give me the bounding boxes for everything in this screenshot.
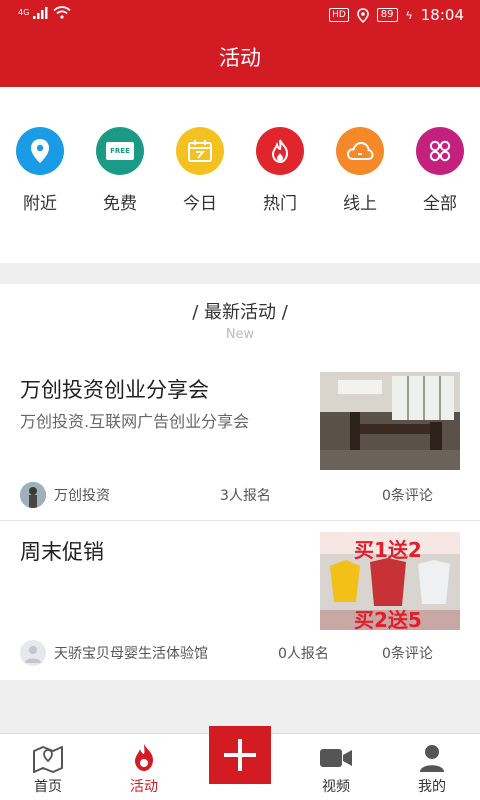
- signal-icon: [33, 6, 48, 19]
- hd-badge: HD: [329, 8, 349, 22]
- tab-label: 活动: [130, 779, 158, 795]
- divider: [0, 520, 480, 521]
- category-label: 附近: [23, 194, 57, 214]
- map-icon: [0, 740, 96, 776]
- category-label: 免费: [103, 194, 137, 214]
- activity-title: 万创投资创业分享会: [20, 378, 209, 402]
- cloud-icon: [336, 127, 384, 175]
- category-label: 热门: [263, 194, 297, 214]
- category-nearby[interactable]: 附近: [8, 127, 72, 214]
- activity-thumbnail: [320, 372, 460, 470]
- user-icon: [384, 740, 480, 776]
- section-subtitle: New: [225, 327, 255, 342]
- latest-activities-section: / 最新活动 / New 万创投资创业分享会 万创投资.互联网广告创业分享会 万…: [0, 284, 480, 680]
- category-today[interactable]: 今日: [168, 127, 232, 214]
- location-icon: [16, 127, 64, 175]
- category-label: 全部: [423, 194, 457, 214]
- add-button[interactable]: [209, 726, 271, 784]
- organizer-avatar: [20, 482, 46, 508]
- tab-label: 首页: [34, 779, 62, 795]
- wifi-icon: [53, 6, 71, 19]
- tab-video[interactable]: 视频: [288, 734, 384, 800]
- activity-description: 万创投资.互联网广告创业分享会: [20, 412, 250, 431]
- status-bar: 4G HD 89 ϟ 18:04: [0, 0, 480, 30]
- category-all[interactable]: 全部: [408, 127, 472, 214]
- activity-title: 周末促销: [20, 540, 104, 564]
- organizer-name: 天骄宝贝母婴生活体验馆: [54, 646, 208, 662]
- tab-mine[interactable]: 我的: [384, 734, 480, 800]
- signup-count: 0人报名: [278, 646, 329, 662]
- app-header: 4G HD 89 ϟ 18:04 活动: [0, 0, 480, 87]
- category-grid: 附近 FREE 免费 今日 热门 线上 全部: [0, 87, 480, 263]
- activity-meta: 天骄宝贝母婴生活体验馆 0人报名 0条评论: [20, 640, 460, 666]
- activity-card[interactable]: 周末促销 买1送2 买2送5 天骄宝贝母婴生活体验馆 0人报名 0条评论: [0, 532, 480, 680]
- category-free[interactable]: FREE 免费: [88, 127, 152, 214]
- free-badge-text: FREE: [110, 147, 130, 155]
- comment-count: 0条评论: [382, 488, 433, 504]
- category-online[interactable]: 线上: [328, 127, 392, 214]
- flame-icon: [256, 127, 304, 175]
- tab-label: 我的: [418, 779, 446, 795]
- comment-count: 0条评论: [382, 646, 433, 662]
- organizer-name: 万创投资: [54, 488, 110, 504]
- tab-label: 视频: [322, 779, 350, 795]
- grid-icon: [416, 127, 464, 175]
- calendar-icon: [176, 127, 224, 175]
- section-title: / 最新活动 /: [192, 302, 288, 323]
- signup-count: 3人报名: [220, 488, 271, 504]
- free-tag-icon: FREE: [96, 127, 144, 175]
- activity-card[interactable]: 万创投资创业分享会 万创投资.互联网广告创业分享会 万创投资 3人报名 0条评论: [0, 372, 480, 520]
- bottom-tab-bar: 首页 活动 视频 我的: [0, 726, 480, 800]
- activity-thumbnail: 买1送2 买2送5: [320, 532, 460, 630]
- plus-icon: [224, 739, 256, 771]
- category-hot[interactable]: 热门: [248, 127, 312, 214]
- network-type: 4G: [18, 8, 30, 17]
- activity-tab-icon: [96, 740, 192, 776]
- battery-indicator: 89: [376, 8, 398, 22]
- promo-text-bottom: 买2送5: [354, 608, 422, 630]
- promo-text-top: 买1送2: [354, 538, 422, 562]
- organizer-avatar: [20, 640, 46, 666]
- charging-icon: ϟ: [405, 8, 413, 22]
- category-label: 今日: [183, 194, 217, 214]
- tab-home[interactable]: 首页: [0, 734, 96, 800]
- video-camera-icon: [288, 740, 384, 776]
- category-label: 线上: [343, 194, 377, 214]
- location-status-icon: [356, 7, 369, 23]
- page-title: 活动: [219, 46, 261, 70]
- activity-meta: 万创投资 3人报名 0条评论: [20, 482, 460, 508]
- tab-activity[interactable]: 活动: [96, 734, 192, 800]
- status-time: 18:04: [420, 6, 464, 24]
